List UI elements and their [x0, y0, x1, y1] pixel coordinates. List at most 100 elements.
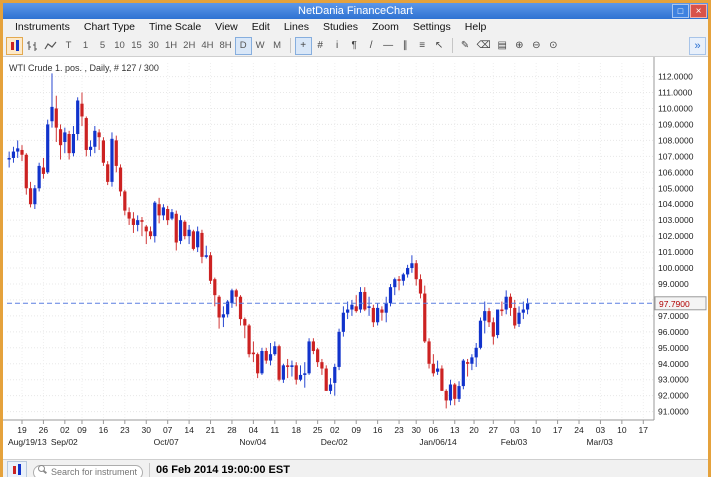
candle-body — [419, 279, 422, 293]
candlestick-chart-button[interactable] — [6, 37, 23, 55]
pencil-button[interactable]: ✎ — [457, 37, 474, 55]
candle-body — [329, 384, 332, 390]
print-button[interactable]: ▤ — [494, 37, 511, 55]
interval-weekly-button[interactable]: W — [252, 37, 269, 55]
restore-button[interactable]: □ — [672, 4, 689, 18]
interval-monthly-button[interactable]: M — [269, 37, 286, 55]
x-axis-day-label: 03 — [596, 425, 606, 435]
chart-svg[interactable]: 91.000092.000093.000094.000095.000096.00… — [3, 57, 708, 454]
trendline-button[interactable]: / — [363, 37, 380, 55]
interval-10min-button[interactable]: 10 — [111, 37, 128, 55]
candle-body — [188, 230, 191, 236]
instrument-list-button[interactable] — [7, 461, 27, 477]
interval-4h-button[interactable]: 4H — [198, 37, 216, 55]
candle-body — [123, 191, 126, 210]
menu-view[interactable]: View — [208, 21, 245, 33]
interval-8h-button[interactable]: 8H — [216, 37, 234, 55]
candle-body — [102, 140, 105, 162]
interval-2h-button[interactable]: 2H — [180, 37, 198, 55]
candle-body — [526, 303, 529, 309]
candle-body — [423, 294, 426, 342]
status-bar: 06 Feb 2014 19:00:00 EST — [3, 459, 708, 477]
menu-zoom[interactable]: Zoom — [365, 21, 406, 33]
candle-body — [209, 255, 212, 281]
candle-body — [410, 263, 413, 268]
candle-body — [136, 220, 139, 225]
candle-body — [170, 212, 173, 218]
candle-body — [389, 287, 392, 303]
candle-body — [93, 131, 96, 147]
interval-15min-button[interactable]: 15 — [128, 37, 145, 55]
interval-1h-button[interactable]: 1H — [162, 37, 180, 55]
status-timestamp: 06 Feb 2014 19:00:00 EST — [156, 464, 290, 476]
side-panel-button[interactable]: » — [689, 37, 706, 55]
x-axis-day-label: 07 — [163, 425, 173, 435]
candle-body — [20, 150, 23, 155]
candle-body — [513, 308, 516, 326]
zoom-in-button[interactable]: ⊕ — [511, 37, 528, 55]
candle-body — [247, 325, 250, 354]
menu-help[interactable]: Help — [458, 21, 494, 33]
x-axis-month-label: Dec/02 — [321, 437, 348, 447]
channel-button[interactable]: ∥ — [397, 37, 414, 55]
candle-body — [179, 220, 182, 241]
close-button[interactable]: × — [690, 4, 707, 18]
interval-30min-button[interactable]: 30 — [145, 37, 162, 55]
x-axis-day-label: 10 — [617, 425, 627, 435]
candle-body — [12, 152, 15, 158]
title-bar: NetDania FinanceChart □ × — [3, 3, 708, 19]
info-button[interactable]: i — [329, 37, 346, 55]
menu-studies[interactable]: Studies — [316, 21, 365, 33]
candle-body — [85, 118, 88, 150]
candle-body — [350, 305, 353, 310]
grid-button[interactable]: # — [312, 37, 329, 55]
candle-body — [89, 147, 92, 150]
candle-body — [175, 214, 178, 243]
candle-body — [59, 129, 62, 145]
candle-body — [269, 354, 272, 360]
y-axis-label: 96.0000 — [658, 327, 689, 337]
y-axis-label: 110.0000 — [658, 103, 693, 113]
bar-chart-button[interactable] — [23, 37, 41, 55]
interval-1min-button[interactable]: 1 — [77, 37, 94, 55]
y-axis-label: 108.0000 — [658, 135, 694, 145]
horizontal-line-button[interactable]: — — [380, 37, 397, 55]
arrow-button[interactable]: ↖ — [431, 37, 448, 55]
menu-settings[interactable]: Settings — [406, 21, 458, 33]
interval-daily-button[interactable]: D — [235, 37, 252, 55]
candle-body — [42, 168, 45, 174]
x-axis-day-label: 06 — [429, 425, 439, 435]
candle-body — [397, 279, 400, 281]
candle-body — [140, 220, 143, 222]
crosshair-button[interactable]: + — [295, 37, 312, 55]
interval-tick-button[interactable]: T — [60, 37, 77, 55]
annotation-button[interactable]: ¶ — [346, 37, 363, 55]
y-axis-label: 94.0000 — [658, 359, 689, 369]
chart-title-overlay: WTI Crude 1. pos. , Daily, # 127 / 300 — [9, 63, 159, 73]
x-axis-day-label: 20 — [469, 425, 479, 435]
y-axis-label: 107.0000 — [658, 151, 694, 161]
menu-lines[interactable]: Lines — [277, 21, 316, 33]
interval-5min-button[interactable]: 5 — [94, 37, 111, 55]
menu-time-scale[interactable]: Time Scale — [142, 21, 208, 33]
candle-body — [183, 222, 186, 236]
x-axis-day-label: 27 — [489, 425, 499, 435]
menu-edit[interactable]: Edit — [245, 21, 277, 33]
zoom-reset-button[interactable]: ⊙ — [545, 37, 562, 55]
x-axis-day-label: 30 — [142, 425, 152, 435]
eraser-button[interactable]: ⌫ — [474, 37, 494, 55]
last-price-label: 97.7900 — [659, 299, 690, 309]
search-input[interactable] — [33, 465, 143, 477]
x-axis-day-label: 16 — [373, 425, 383, 435]
candle-body — [158, 204, 161, 215]
candle-body — [110, 139, 113, 182]
menu-chart-type[interactable]: Chart Type — [77, 21, 142, 33]
zoom-out-button[interactable]: ⊖ — [528, 37, 545, 55]
candle-body — [359, 292, 362, 310]
candle-body — [115, 140, 118, 166]
line-chart-button[interactable] — [41, 37, 60, 55]
x-axis-day-label: 11 — [270, 425, 279, 435]
x-axis-day-label: 13 — [450, 425, 460, 435]
fibonacci-button[interactable]: ≡ — [414, 37, 431, 55]
menu-instruments[interactable]: Instruments — [8, 21, 77, 33]
